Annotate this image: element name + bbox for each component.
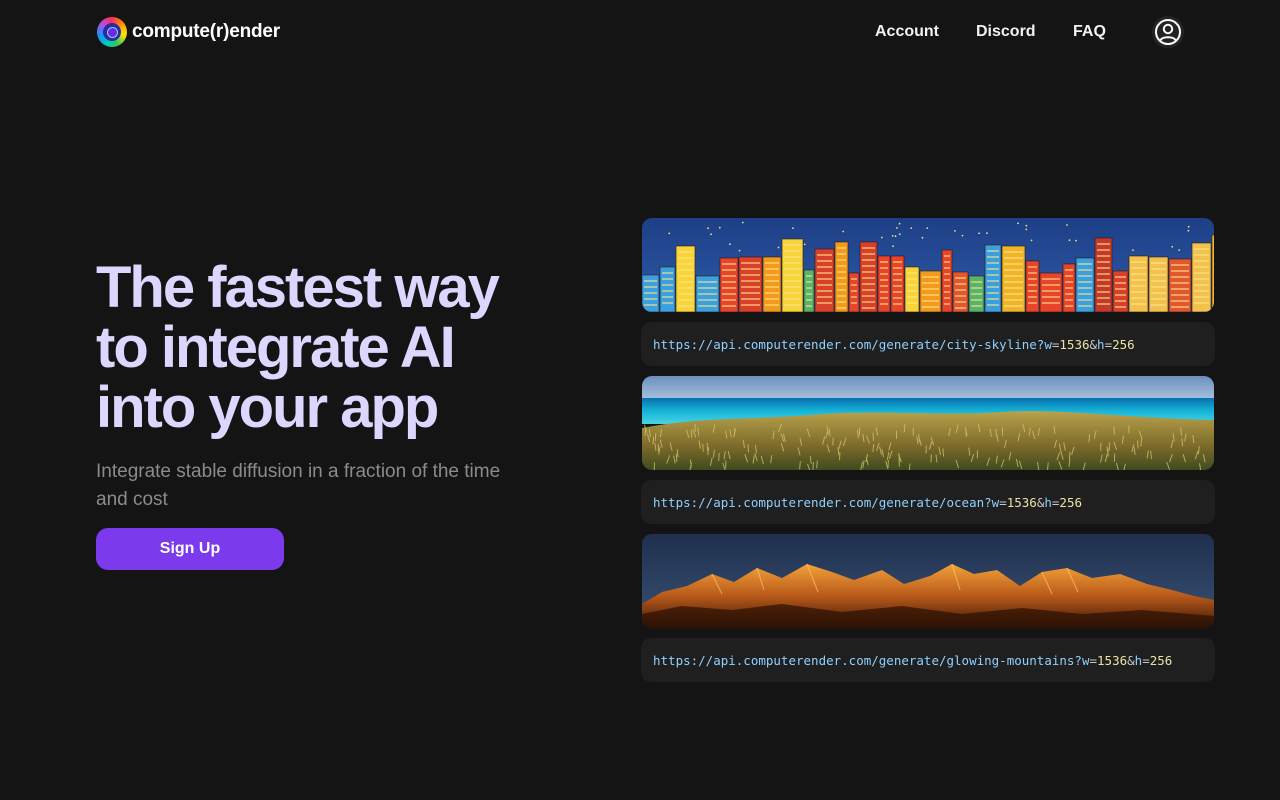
url-param-key: w [1044,336,1052,352]
url-base: https://api.computerender.com/generate/o… [653,494,992,510]
example-url-city-skyline[interactable]: https://api.computerender.com/generate/c… [641,322,1215,366]
hero-subtitle: Integrate stable diffusion in a fraction… [96,461,501,510]
hero-title-line: into your app [96,375,439,440]
page: compute(r)ender Account Discord FAQ The … [0,0,1280,800]
example-url-ocean[interactable]: https://api.computerender.com/generate/o… [641,480,1215,524]
nav-faq-link[interactable]: FAQ [1073,23,1106,41]
ocean-image [642,376,1214,470]
url-param-value: 1536 [1059,336,1090,352]
brand-name: compute(r)ender [132,21,280,42]
url-param-key: h [1134,652,1143,668]
example-url-glowing-mountains[interactable]: https://api.computerender.com/generate/g… [641,638,1215,682]
url-param-value: 256 [1112,336,1135,352]
url-param-key: h [1097,336,1105,352]
brand-logo[interactable]: compute(r)ender [97,17,280,47]
city-skyline-image [642,218,1214,312]
hero-title-line: to integrate AI [96,315,456,380]
hero-title-line: The fastest way [96,255,500,320]
glowing-mountains-image [642,534,1214,628]
nav-account-link[interactable]: Account [875,23,939,41]
url-param-key: w [991,494,1000,510]
nav-discord-link[interactable]: Discord [976,23,1036,41]
user-account-button[interactable] [1152,16,1184,48]
url-param-value: 256 [1149,652,1173,668]
url-param-key: h [1044,494,1052,510]
logo-icon [97,17,127,47]
url-param-value: 1536 [1097,652,1128,668]
url-param-value: 1536 [1006,494,1037,510]
url-param-key: w [1081,652,1090,668]
url-base: https://api.computerender.com/generate/c… [653,336,1045,352]
user-circle-icon [1155,19,1181,45]
url-base: https://api.computerender.com/generate/g… [653,652,1082,668]
sign-up-button[interactable]: Sign Up [96,528,284,570]
hero-title: The fastest way to integrate AI into you… [96,258,616,438]
url-param-value: 256 [1059,494,1082,510]
